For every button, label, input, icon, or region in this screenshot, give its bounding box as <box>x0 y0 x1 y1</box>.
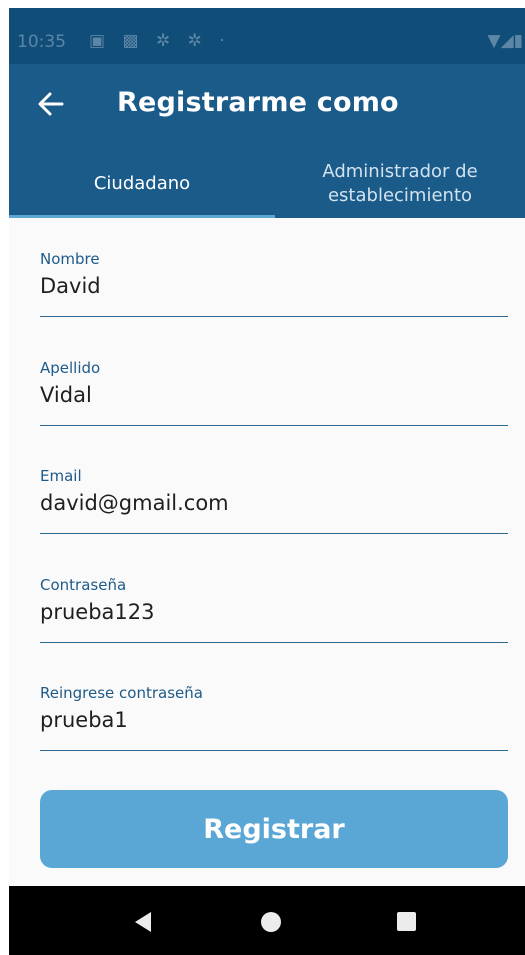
home-icon[interactable] <box>261 912 281 932</box>
apellido-field[interactable]: Apellido Vidal <box>40 359 508 426</box>
apellido-label: Apellido <box>40 359 101 377</box>
status-time: 10:35 <box>17 32 66 52</box>
nombre-label: Nombre <box>40 250 100 268</box>
register-button[interactable]: Registrar <box>40 790 508 868</box>
wifi-icon: ▼ <box>487 31 501 51</box>
password-field[interactable]: Contraseña prueba123 <box>40 576 508 643</box>
email-label: Email <box>40 467 82 485</box>
email-input[interactable]: david@gmail.com <box>40 491 508 515</box>
dot-icon: · <box>219 31 231 51</box>
nombre-field[interactable]: Nombre David <box>40 250 508 317</box>
phone-screen: 10:35 ▣ ▩ ✲ ✲ · ▼◢▮ Registrarme como Ciu… <box>9 8 525 955</box>
status-right-icons: ▼◢▮ <box>487 31 523 51</box>
settings-icon: ✲ <box>155 31 177 51</box>
confirm-password-field[interactable]: Reingrese contraseña prueba1 <box>40 684 508 751</box>
settings-icon: ✲ <box>187 31 208 51</box>
tab-administrador[interactable]: Administrador de establecimiento <box>275 148 525 218</box>
system-nav-bar <box>9 886 525 955</box>
signal-icon: ◢ <box>500 31 514 51</box>
arrow-left-icon[interactable] <box>35 88 67 120</box>
notification-icon: ▣ <box>89 31 112 51</box>
password-label: Contraseña <box>40 576 127 594</box>
tab-ciudadano[interactable]: Ciudadano <box>9 148 275 218</box>
back-icon[interactable] <box>133 910 153 934</box>
tab-indicator <box>9 215 275 218</box>
confirm-password-input[interactable]: prueba1 <box>40 708 508 732</box>
confirm-password-label: Reingrese contraseña <box>40 684 203 702</box>
email-field[interactable]: Email david@gmail.com <box>40 467 508 534</box>
page-title: Registrarme como <box>117 87 399 118</box>
battery-icon: ▮ <box>513 31 523 51</box>
password-input[interactable]: prueba123 <box>40 600 508 624</box>
apellido-input[interactable]: Vidal <box>40 383 508 407</box>
status-notification-icons: ▣ ▩ ✲ ✲ · <box>89 31 231 51</box>
image-icon: ▩ <box>122 31 145 51</box>
status-bar: 10:35 ▣ ▩ ✲ ✲ · ▼◢▮ <box>9 8 525 64</box>
nombre-input[interactable]: David <box>40 274 508 298</box>
app-bar: Registrarme como <box>9 64 525 148</box>
tab-bar: Ciudadano Administrador de establecimien… <box>9 148 525 218</box>
recent-apps-icon[interactable] <box>397 912 416 931</box>
